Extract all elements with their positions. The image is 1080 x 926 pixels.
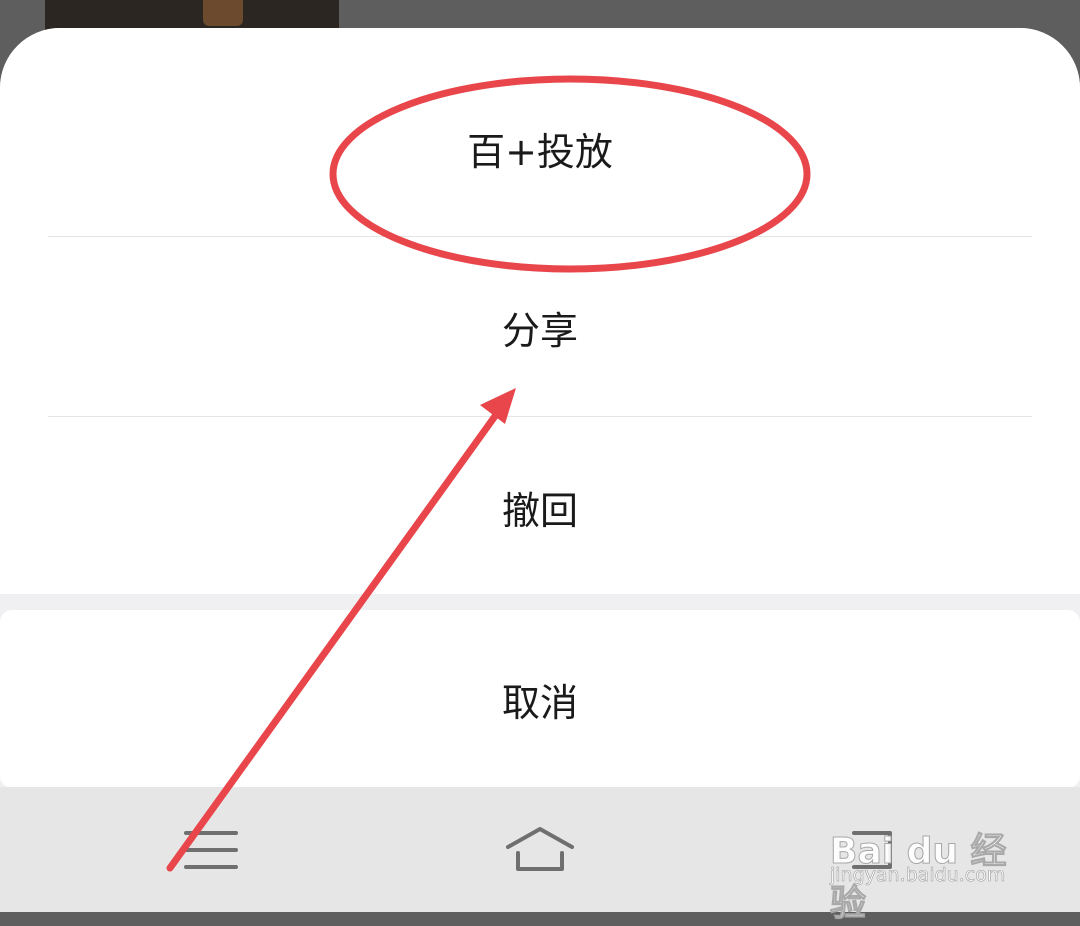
baidu-jingyan-watermark: Bai du 经验 jingyan.baidu.com [826, 800, 1036, 925]
menu-item-label: 撤回 [501, 488, 578, 533]
menu-item-recall[interactable]: 撤回 [0, 417, 1080, 597]
menu-item-label: 百+投放 [467, 129, 613, 174]
action-sheet: 百+投放 分享 撤回 取消 [0, 28, 1080, 912]
menu-item-share[interactable]: 分享 [0, 237, 1080, 417]
menu-item-label: 分享 [501, 308, 578, 353]
watermark-url: jingyan.baidu.com [830, 864, 1006, 887]
thumbnail-detail [203, 0, 243, 26]
cancel-button[interactable]: 取消 [0, 610, 1080, 788]
action-sheet-menu: 百+投放 分享 撤回 [0, 28, 1080, 594]
home-icon[interactable] [502, 823, 578, 875]
cancel-label: 取消 [501, 680, 578, 725]
menu-icon[interactable] [180, 827, 242, 873]
menu-item-baijia-promote[interactable]: 百+投放 [0, 58, 1080, 238]
